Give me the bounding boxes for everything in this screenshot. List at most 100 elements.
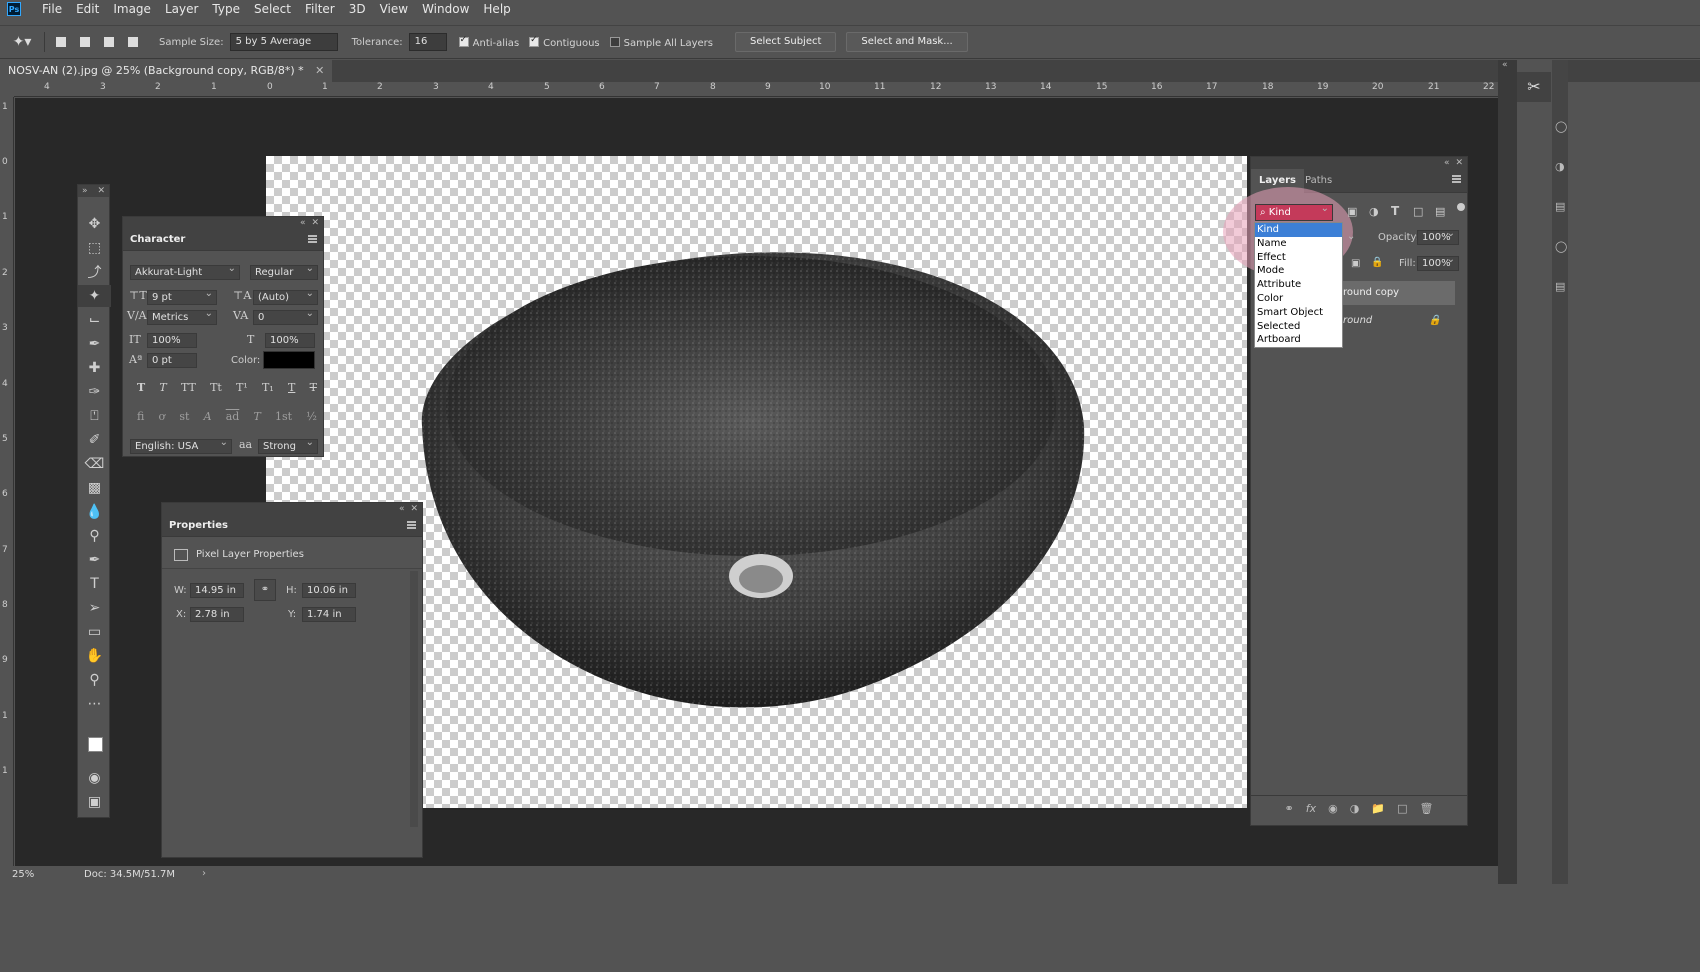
y-input[interactable]: 1.74 in: [302, 607, 356, 622]
tolerance-input[interactable]: 16: [408, 33, 447, 51]
baseline-shift-input[interactable]: 0 pt: [147, 353, 197, 368]
status-menu-arrow-icon[interactable]: ›: [202, 868, 206, 879]
brush-tool-icon[interactable]: ✑: [78, 381, 111, 403]
filter-kind-select[interactable]: ⌕ Kind: [1255, 201, 1333, 221]
link-layers-icon[interactable]: ⚭: [1285, 802, 1294, 815]
discretionary-ligatures-button[interactable]: ơ: [159, 410, 166, 423]
fill-input[interactable]: 100%: [1417, 253, 1459, 271]
font-family-select[interactable]: Akkurat-Light: [130, 262, 240, 280]
path-selection-tool-icon[interactable]: ➢: [78, 597, 111, 619]
all-caps-button[interactable]: TT: [181, 381, 196, 394]
layer-style-icon[interactable]: fx: [1306, 802, 1316, 815]
add-mask-icon[interactable]: ◉: [1328, 802, 1338, 815]
superscript-button[interactable]: T¹: [236, 381, 248, 394]
lock-artboard-icon[interactable]: ▣: [1351, 258, 1360, 269]
collapse-icon[interactable]: «: [399, 504, 405, 514]
filter-toggle-icon[interactable]: [1457, 203, 1465, 211]
filter-pixel-icon[interactable]: ▣: [1347, 205, 1357, 218]
eyedropper-tool-icon[interactable]: ✒: [78, 333, 111, 355]
filter-adjustment-icon[interactable]: ◑: [1369, 205, 1379, 218]
styles-icon[interactable]: ▤: [1555, 280, 1565, 293]
libraries-icon[interactable]: ▤: [1555, 200, 1565, 213]
collapse-icon[interactable]: «: [300, 218, 306, 228]
adjustments-icon[interactable]: ◑: [1555, 160, 1565, 173]
collapse-dock-icon[interactable]: «: [1502, 60, 1508, 70]
faux-bold-button[interactable]: T: [137, 381, 145, 394]
fractions-button[interactable]: ½: [306, 410, 317, 423]
eraser-tool-icon[interactable]: ⌫: [78, 453, 111, 475]
kind-option-artboard[interactable]: Artboard: [1255, 333, 1342, 347]
menu-edit[interactable]: Edit: [69, 0, 106, 18]
history-brush-tool-icon[interactable]: ✐: [78, 429, 111, 451]
collapse-icon[interactable]: «: [1444, 158, 1450, 168]
anti-alias-checkbox[interactable]: Anti-alias: [458, 35, 519, 49]
font-size-input[interactable]: 9 pt: [147, 287, 217, 305]
filter-smart-object-icon[interactable]: ▤: [1435, 205, 1445, 218]
zoom-tool-icon[interactable]: ⚲: [78, 669, 111, 691]
intersect-selection-icon[interactable]: [125, 34, 141, 50]
width-input[interactable]: 14.95 in: [190, 583, 244, 598]
crop-tool-icon[interactable]: ⌙: [78, 309, 111, 331]
font-style-select[interactable]: Regular: [250, 262, 318, 280]
history-icon[interactable]: ◯: [1555, 120, 1567, 133]
subtract-selection-icon[interactable]: [101, 34, 117, 50]
underline-button[interactable]: T: [288, 381, 295, 394]
link-dimensions-icon[interactable]: ⚭: [254, 579, 276, 601]
hand-tool-icon[interactable]: ✋: [78, 645, 111, 667]
magic-wand-tool-icon[interactable]: ✦: [78, 285, 111, 307]
select-subject-button[interactable]: Select Subject: [735, 32, 837, 52]
swatches-icon[interactable]: ◯: [1555, 240, 1567, 253]
stylistic-alternates-button[interactable]: ad: [226, 410, 240, 423]
filter-shape-icon[interactable]: □: [1413, 205, 1423, 218]
rectangle-tool-icon[interactable]: ▭: [78, 621, 111, 643]
menu-file[interactable]: File: [35, 0, 69, 18]
contextual-alternates-button[interactable]: st: [179, 410, 189, 423]
ligatures-button[interactable]: fi: [137, 410, 144, 423]
new-layer-icon[interactable]: □: [1397, 802, 1407, 815]
menu-type[interactable]: Type: [205, 0, 247, 18]
kind-option-kind[interactable]: Kind: [1255, 223, 1342, 237]
height-input[interactable]: 10.06 in: [302, 583, 356, 598]
zoom-level[interactable]: 25%: [12, 869, 34, 880]
add-to-selection-icon[interactable]: [77, 34, 93, 50]
screen-mode-icon[interactable]: ▣: [78, 791, 111, 813]
titling-alternates-button[interactable]: T: [253, 410, 260, 423]
lasso-tool-icon[interactable]: ⤴: [78, 261, 111, 283]
move-tool-icon[interactable]: ✥: [78, 213, 111, 235]
delete-layer-icon[interactable]: 🗑: [1419, 802, 1433, 815]
anti-aliasing-select[interactable]: Strong: [258, 436, 318, 454]
foreground-color-swatch[interactable]: [88, 737, 103, 752]
document-tab[interactable]: NOSV-AN (2).jpg @ 25% (Background copy, …: [0, 60, 333, 82]
menu-3d[interactable]: 3D: [342, 0, 373, 18]
menu-window[interactable]: Window: [415, 0, 476, 18]
tool-presets-icon[interactable]: ✂: [1517, 72, 1551, 102]
leading-input[interactable]: (Auto): [253, 287, 318, 305]
close-icon[interactable]: ✕: [410, 504, 418, 514]
type-tool-icon[interactable]: T: [78, 573, 111, 595]
blend-mode-select[interactable]: ⌄: [1347, 231, 1355, 242]
magic-wand-preset-icon[interactable]: ✦▾: [0, 34, 44, 50]
opacity-input[interactable]: 100%: [1417, 227, 1459, 245]
panel-menu-icon[interactable]: [1452, 175, 1461, 183]
vertical-scale-input[interactable]: 100%: [147, 333, 197, 348]
collapse-icon[interactable]: »: [82, 186, 88, 196]
close-tab-icon[interactable]: ✕: [315, 64, 324, 77]
close-icon[interactable]: ✕: [1455, 158, 1463, 168]
new-selection-icon[interactable]: [53, 34, 69, 50]
menu-select[interactable]: Select: [247, 0, 298, 18]
faux-italic-button[interactable]: T: [159, 381, 166, 394]
ordinals-button[interactable]: 1st: [275, 410, 292, 423]
more-tools-icon[interactable]: ⋯: [78, 693, 111, 715]
dodge-tool-icon[interactable]: ⚲: [78, 525, 111, 547]
healing-brush-tool-icon[interactable]: ✚: [78, 357, 111, 379]
kind-option-mode[interactable]: Mode: [1255, 264, 1342, 278]
clone-stamp-tool-icon[interactable]: ⍞: [78, 405, 111, 427]
close-icon[interactable]: ✕: [311, 218, 319, 228]
properties-scrollbar[interactable]: [410, 571, 418, 827]
filter-type-icon[interactable]: T: [1391, 204, 1399, 218]
kind-option-effect[interactable]: Effect: [1255, 251, 1342, 265]
contiguous-checkbox[interactable]: Contiguous: [529, 35, 600, 49]
blur-tool-icon[interactable]: 💧: [78, 501, 111, 523]
kind-option-smart-object[interactable]: Smart Object: [1255, 306, 1342, 320]
small-caps-button[interactable]: Tt: [210, 381, 222, 394]
